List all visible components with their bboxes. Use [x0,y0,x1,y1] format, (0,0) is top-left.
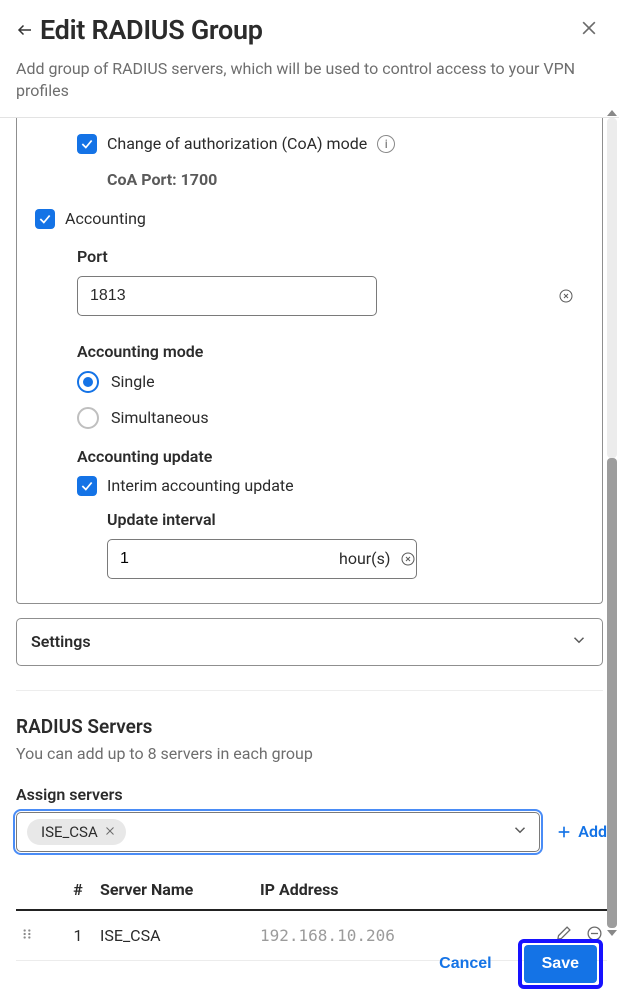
accounting-checkbox[interactable] [35,209,55,229]
scrollbar[interactable] [607,118,617,928]
chip-remove-icon[interactable] [104,823,116,841]
settings-accordion[interactable]: Settings [16,618,603,666]
accounting-mode-single-label: Single [111,372,155,391]
row-index: 1 [56,926,100,945]
accounting-mode-single-radio[interactable] [77,371,99,393]
accounting-label: Accounting [65,209,146,228]
page-subtitle: Add group of RADIUS servers, which will … [16,58,603,103]
accounting-mode-label: Accounting mode [77,342,584,361]
coa-port-text: CoA Port: 1700 [107,170,584,189]
interim-update-checkbox[interactable] [77,476,97,496]
drag-handle-icon[interactable] [20,926,56,945]
save-button[interactable]: Save [524,945,597,983]
assign-servers-combobox[interactable]: ISE_CSA [16,812,540,852]
accounting-mode-simultaneous-label: Simultaneous [111,408,209,427]
page-title: Edit RADIUS Group [40,14,263,46]
radius-servers-description: You can add up to 8 servers in each grou… [16,744,607,763]
chevron-down-icon [511,821,529,843]
save-highlight: Save [518,939,603,989]
accounting-port-input[interactable] [77,276,377,316]
accounting-mode-simultaneous-radio[interactable] [77,407,99,429]
col-server-name: Server Name [100,880,260,899]
close-icon[interactable] [575,14,603,46]
back-arrow-icon[interactable] [16,21,34,39]
accounting-update-heading: Accounting update [77,447,584,466]
assign-servers-label: Assign servers [16,785,607,804]
server-chip: ISE_CSA [27,819,126,845]
update-interval-unit: hour(s) [339,549,390,568]
update-interval-label: Update interval [107,510,584,529]
update-interval-input[interactable] [108,540,339,578]
info-icon[interactable]: i [377,135,395,153]
port-label: Port [77,247,584,266]
settings-label: Settings [31,632,91,651]
col-index: # [56,880,100,899]
chevron-down-icon [570,631,588,653]
coa-mode-label: Change of authorization (CoA) mode [107,134,367,153]
cancel-button[interactable]: Cancel [427,945,503,983]
radius-servers-heading: RADIUS Servers [16,715,607,738]
interim-update-label: Interim accounting update [107,476,294,495]
add-server-label: Add [578,822,607,841]
clear-icon[interactable] [558,288,574,304]
row-server-name: ISE_CSA [100,926,260,945]
coa-mode-checkbox[interactable] [77,134,97,154]
clear-icon[interactable] [400,551,416,567]
col-ip-address: IP Address [260,880,533,899]
add-server-button[interactable]: Add [556,822,607,841]
server-chip-label: ISE_CSA [41,823,98,841]
